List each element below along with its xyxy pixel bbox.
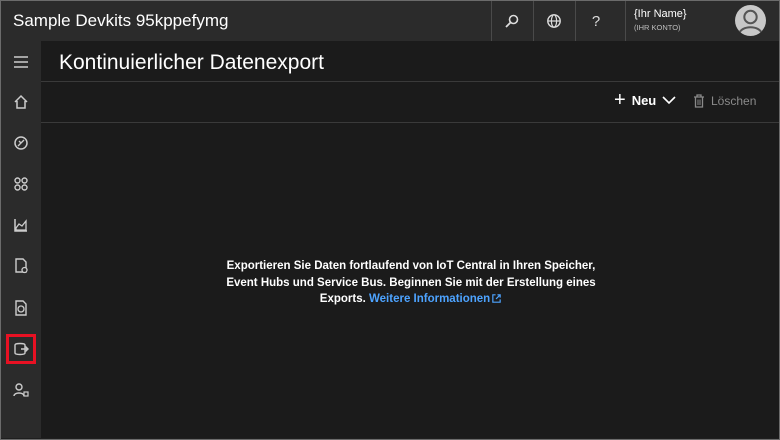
learn-more-link[interactable]: Weitere Informationen: [369, 293, 502, 305]
avatar[interactable]: [735, 5, 766, 36]
data-export-icon: [14, 342, 29, 356]
user-name: {Ihr Name}: [634, 8, 687, 20]
empty-state-line1: Exportieren Sie Daten fortlaufend von Io…: [226, 260, 596, 272]
sidebar-item-analytics[interactable]: [1, 208, 41, 242]
sidebar-item-menu[interactable]: [1, 45, 41, 79]
main-content: Kontinuierlicher Datenexport + Neu Lösch…: [41, 41, 779, 438]
external-link-icon: [492, 294, 501, 304]
sidebar-item-jobs[interactable]: [1, 249, 41, 283]
device-templates-icon: [15, 300, 27, 316]
sidebar-item-device-groups[interactable]: [1, 167, 41, 201]
plus-icon: +: [614, 89, 626, 111]
empty-state-line2: Event Hubs und Service Bus. Beginnen Sie…: [226, 276, 596, 289]
top-bar: Sample Devkits 95kppefymg ? {Ihr Name} (…: [1, 1, 779, 41]
empty-state-message: Exportieren Sie Daten fortlaufend von Io…: [221, 258, 601, 308]
sidebar: [1, 41, 41, 438]
search-button[interactable]: [491, 1, 532, 41]
user-account-button[interactable]: {Ihr Name} (IHR KONTO): [625, 1, 780, 41]
chevron-down-icon: [662, 96, 676, 105]
trash-icon: [694, 94, 704, 108]
jobs-icon: [15, 258, 28, 274]
divider: [41, 122, 779, 123]
sidebar-item-administration[interactable]: [1, 373, 41, 407]
device-groups-icon: [14, 177, 28, 191]
sidebar-item-home[interactable]: [1, 85, 41, 119]
app-title: Sample Devkits 95kppefymg: [13, 11, 229, 30]
language-button[interactable]: [533, 1, 574, 41]
help-button[interactable]: ?: [575, 1, 616, 41]
new-label: Neu: [631, 92, 657, 108]
user-account: (IHR KONTO): [634, 23, 681, 32]
page-title: Kontinuierlicher Datenexport: [59, 51, 324, 74]
help-icon: ?: [591, 12, 601, 30]
search-icon: [505, 14, 519, 28]
new-button[interactable]: + Neu: [614, 89, 676, 111]
learn-more-label: Weitere Informationen: [369, 293, 491, 305]
delete-label: Löschen: [711, 94, 757, 108]
sidebar-item-device-templates[interactable]: [1, 291, 41, 325]
sidebar-item-devices[interactable]: [1, 126, 41, 160]
delete-button[interactable]: Löschen: [693, 94, 756, 108]
administration-icon: [13, 383, 29, 397]
home-icon: [14, 94, 28, 109]
devices-icon: [14, 136, 28, 150]
sidebar-item-data-export[interactable]: [4, 332, 38, 366]
menu-icon: [14, 56, 28, 68]
analytics-icon: [14, 219, 27, 232]
globe-icon: [547, 14, 561, 28]
person-icon: [738, 9, 763, 35]
toolbar: + Neu Löschen: [41, 82, 779, 122]
empty-state-line3: Exports.: [319, 293, 366, 305]
